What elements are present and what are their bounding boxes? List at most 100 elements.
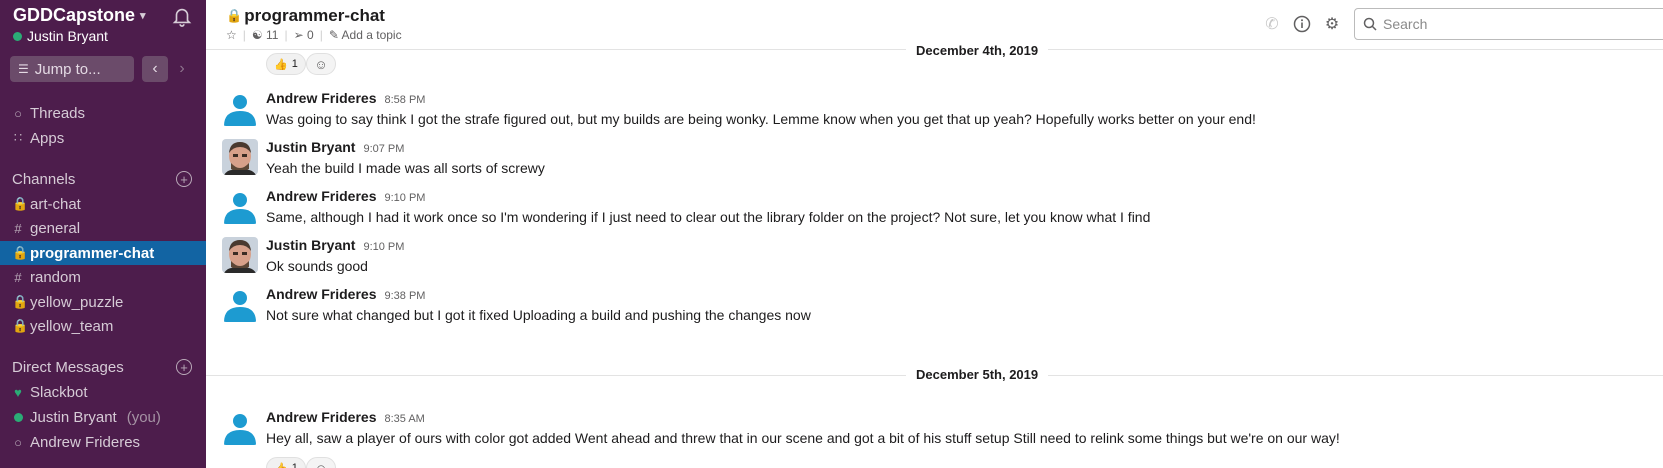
info-icon[interactable] <box>1292 14 1312 34</box>
sidebar-item-art-chat[interactable]: 🔒 art-chat <box>0 192 206 216</box>
date-divider-label[interactable]: December 5th, 2019 <box>906 367 1049 382</box>
current-user-name: Justin Bryant <box>27 28 108 44</box>
sidebar-item-label: art-chat <box>30 195 81 213</box>
sidebar-item-andrew-frideres[interactable]: ○ Andrew Frideres <box>0 430 206 454</box>
message-text: Was going to say think I got the strafe … <box>266 111 1256 127</box>
sidebar-item-label: Threads <box>30 104 86 122</box>
message-time[interactable]: 8:58 PM <box>384 94 425 106</box>
channel-title[interactable]: 🔒 programmer-chat <box>226 6 385 26</box>
message-author[interactable]: Andrew Frideres <box>266 90 376 106</box>
reaction-thumbs-up[interactable]: 👍 1 <box>266 53 306 75</box>
star-icon[interactable]: ☆ <box>226 28 237 42</box>
pins-button[interactable]: ➢ 0 <box>294 28 314 42</box>
message-author[interactable]: Andrew Frideres <box>266 286 376 302</box>
sidebar-item-yellow-team[interactable]: 🔒 yellow_team <box>0 314 206 338</box>
sidebar-item-label: programmer-chat <box>30 244 155 262</box>
direct-messages-heading[interactable]: Direct Messages <box>12 359 124 376</box>
presence-active-icon <box>13 31 22 41</box>
add-reaction-button[interactable]: ☺ <box>306 53 336 75</box>
message-time[interactable]: 9:10 PM <box>363 241 404 253</box>
message-time[interactable]: 9:38 PM <box>384 290 425 302</box>
search-placeholder: Search <box>1383 16 1428 32</box>
avatar[interactable] <box>222 286 258 322</box>
lock-icon: 🔒 <box>12 196 29 211</box>
avatar[interactable] <box>222 237 258 273</box>
sidebar-item-label: yellow_puzzle <box>30 293 124 311</box>
sidebar: GDDCapstone ▾ Justin Bryant ☰ Jump to...… <box>0 0 206 468</box>
you-suffix: (you) <box>126 408 161 426</box>
sidebar-item-slackbot[interactable]: ♥ Slackbot <box>0 380 206 404</box>
search-input[interactable]: Search <box>1354 8 1663 40</box>
reaction-thumbs-up[interactable]: 👍 1 <box>266 457 306 468</box>
avatar[interactable] <box>222 139 258 175</box>
lock-icon: 🔒 <box>226 8 243 23</box>
message-text: Hey all, saw a player of ours with color… <box>266 430 1340 446</box>
avatar[interactable] <box>222 188 258 224</box>
sidebar-item-label: general <box>30 219 81 237</box>
thumbs-up-icon: 👍 <box>274 58 288 71</box>
add-reaction-button[interactable]: ☺ <box>306 457 336 468</box>
add-topic-label: Add a topic <box>341 28 402 42</box>
add-topic-button[interactable]: ✎ Add a topic <box>329 28 402 42</box>
lock-icon: 🔒 <box>12 245 29 260</box>
hash-icon: # <box>14 220 22 236</box>
sidebar-item-threads[interactable]: ○ Threads <box>0 101 206 125</box>
message-time[interactable]: 9:07 PM <box>363 143 404 155</box>
thumbs-up-icon: 👍 <box>274 462 288 468</box>
sidebar-item-programmer-chat[interactable]: 🔒 programmer-chat <box>0 241 206 265</box>
current-user[interactable]: Justin Bryant <box>13 28 108 44</box>
chevron-left-icon: ‹ <box>152 60 158 77</box>
channels-heading[interactable]: Channels <box>12 171 75 188</box>
sidebar-item-justin-bryant[interactable]: Justin Bryant (you) <box>0 405 206 429</box>
message-text: Ok sounds good <box>266 258 368 274</box>
pin-count: 0 <box>307 28 314 42</box>
sidebar-item-label: yellow_team <box>30 317 114 335</box>
chevron-right-icon: › <box>179 60 185 77</box>
gear-icon[interactable]: ⚙ <box>1322 14 1342 34</box>
sidebar-item-random[interactable]: # random <box>0 265 206 289</box>
sidebar-item-apps[interactable]: ∷ Apps <box>0 126 206 150</box>
jump-to-icon: ☰ <box>18 62 29 76</box>
message-author[interactable]: Andrew Frideres <box>266 188 376 204</box>
reaction-count: 1 <box>291 58 298 70</box>
sidebar-item-label: Andrew Frideres <box>30 433 141 451</box>
presence-active-icon <box>12 410 24 425</box>
message-author[interactable]: Justin Bryant <box>266 139 355 155</box>
message-time[interactable]: 9:10 PM <box>384 192 425 204</box>
bell-icon[interactable] <box>171 5 193 27</box>
sidebar-item-label: Slackbot <box>30 383 88 401</box>
person-icon: ☯ <box>251 28 263 42</box>
workspace-name: GDDCapstone <box>13 5 136 25</box>
history-forward-button[interactable]: › <box>169 56 195 82</box>
date-divider-label[interactable]: December 4th, 2019 <box>906 43 1049 58</box>
sidebar-item-label: random <box>30 268 81 286</box>
workspace-switcher[interactable]: GDDCapstone ▾ <box>13 5 146 26</box>
jump-to-label: Jump to... <box>34 60 101 78</box>
avatar[interactable] <box>222 90 258 126</box>
message-author[interactable]: Andrew Frideres <box>266 409 376 425</box>
history-back-button[interactable]: ‹ <box>142 56 168 82</box>
chevron-down-icon: ▾ <box>140 10 146 22</box>
channel-meta: ☆ | ☯ 11 | ➢ 0 | ✎ Add a topic <box>226 28 402 42</box>
sidebar-item-yellow-puzzle[interactable]: 🔒 yellow_puzzle <box>0 290 206 314</box>
avatar[interactable] <box>222 409 258 445</box>
member-count: 11 <box>266 28 279 42</box>
message-author[interactable]: Justin Bryant <box>266 237 355 253</box>
message-text: Same, although I had it work once so I'm… <box>266 209 1151 225</box>
lock-icon: 🔒 <box>12 294 29 309</box>
hash-icon: # <box>14 269 22 285</box>
sidebar-item-label: Justin Bryant <box>30 408 117 426</box>
add-channel-icon[interactable]: + <box>176 171 192 187</box>
message-text: Not sure what changed but I got it fixed… <box>266 307 811 323</box>
jump-to-button[interactable]: ☰ Jump to... <box>10 56 134 82</box>
lock-icon: 🔒 <box>12 318 29 333</box>
add-dm-icon[interactable]: + <box>176 359 192 375</box>
message-time[interactable]: 8:35 AM <box>384 413 424 425</box>
phone-icon[interactable]: ✆ <box>1262 14 1282 34</box>
divider: | <box>284 28 288 42</box>
sidebar-item-general[interactable]: # general <box>0 216 206 240</box>
members-button[interactable]: ☯ 11 <box>252 28 279 42</box>
add-emoji-icon: ☺ <box>314 56 328 72</box>
sidebar-item-label: Apps <box>30 129 65 147</box>
divider: | <box>242 28 246 42</box>
